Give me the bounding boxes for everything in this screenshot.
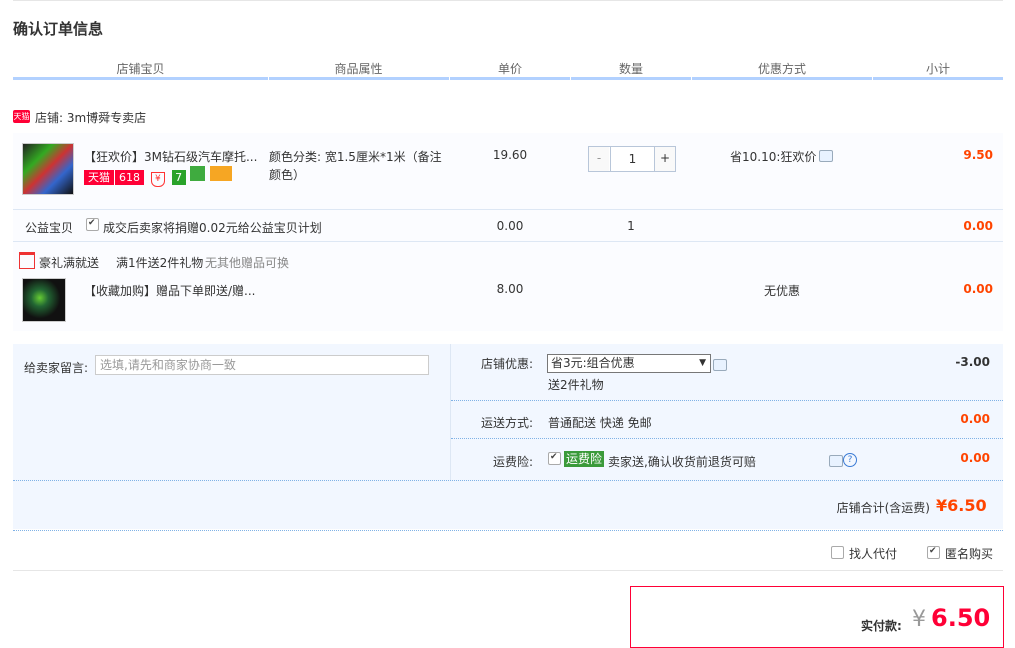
help-icon[interactable]: ?	[843, 453, 857, 467]
insurance-tag: 运费险	[564, 451, 605, 467]
item-discount: 省10.10:狂欢价	[730, 150, 817, 164]
seven-day-return-icon: 7	[171, 170, 186, 185]
gift-note: 无其他赠品可换	[205, 256, 290, 270]
gift-item-subtotal: 0.00	[963, 282, 993, 296]
proxy-pay-checkbox[interactable]	[831, 546, 844, 559]
gift-icon	[19, 252, 35, 269]
charity-checkbox[interactable]	[86, 218, 99, 231]
page-title: 确认订单信息	[13, 20, 104, 38]
shop-discount-selected: 省3元:组合优惠	[551, 356, 635, 370]
insurance-text: 卖家送,确认收货前退货可赔	[608, 455, 756, 469]
row-divider	[13, 209, 1003, 210]
shipping-value: 0.00	[960, 412, 990, 426]
chat-icon[interactable]	[829, 455, 843, 467]
payment-summary: 实付款: ¥ 6.50	[630, 586, 1004, 648]
tmall-icon: 天猫	[13, 110, 30, 123]
column-header-attr: 商品属性	[334, 62, 383, 76]
pay-label: 实付款:	[861, 619, 902, 633]
row-divider	[13, 530, 1003, 531]
shop-total-value: ¥6.50	[936, 496, 987, 515]
shop-discount-gift: 送2件礼物	[548, 378, 604, 392]
column-header-subtotal: 小计	[925, 62, 950, 76]
shipping-method: 普通配送 快递 免邮	[548, 416, 652, 430]
row-divider	[13, 241, 1003, 242]
gift-item-title-link[interactable]: 【收藏加购】赠品下单即送/赠...	[84, 282, 259, 299]
row-divider	[451, 438, 1003, 439]
column-header-discount: 优惠方式	[757, 62, 806, 76]
shipping-label: 运送方式:	[480, 416, 533, 430]
yen-shield-icon: ¥	[150, 172, 165, 187]
section-divider	[13, 570, 1003, 571]
insurance-value: 0.00	[960, 451, 990, 465]
column-header-qty: 数量	[618, 62, 643, 76]
insurance-checkbox[interactable]	[548, 452, 561, 465]
charity-qty: 1	[627, 219, 635, 233]
unit-price: 19.60	[492, 148, 528, 162]
proxy-pay-label: 找人代付	[849, 547, 898, 561]
chat-icon[interactable]	[819, 150, 833, 162]
shop-discount-value: -3.00	[955, 355, 990, 369]
header-bar	[571, 77, 691, 80]
row-divider	[13, 480, 1003, 481]
message-label: 给卖家留言:	[24, 361, 89, 375]
charity-subtotal: 0.00	[963, 219, 993, 233]
gift-thumbnail[interactable]	[22, 278, 66, 322]
message-input[interactable]: 选填,请先和商家协商一致	[95, 355, 429, 375]
pay-currency: ¥	[912, 607, 926, 632]
gift-item-price: 8.00	[496, 282, 524, 296]
shop-row: 天猫 店铺: 3m博舜专卖店	[13, 108, 1003, 130]
product-title-link[interactable]: 【狂欢价】3M钻石级汽车摩托...	[84, 148, 259, 165]
header-bar	[269, 77, 449, 80]
chat-icon[interactable]	[713, 359, 727, 371]
top-divider	[13, 0, 1003, 1]
column-header-item: 店铺宝贝	[116, 62, 165, 76]
header-bar	[450, 77, 570, 80]
dropdown-arrow-icon: ▼	[699, 358, 706, 368]
insurance-label: 运费险:	[492, 455, 533, 469]
pay-amount: 6.50	[931, 604, 991, 632]
increase-button[interactable]: +	[655, 147, 675, 171]
credit-card-icon	[210, 166, 233, 181]
charity-price: 0.00	[496, 219, 524, 233]
shop-name-link[interactable]: 店铺: 3m博舜专卖店	[35, 109, 146, 126]
product-attribute: 颜色分类: 宽1.5厘米*1米（备注颜色）	[269, 150, 442, 182]
gift-rule: 满1件送2件礼物	[116, 256, 204, 270]
shop-discount-label: 店铺优惠:	[480, 357, 533, 371]
header-bar	[873, 77, 1003, 80]
header-bar	[692, 77, 872, 80]
charity-label: 公益宝贝	[25, 221, 74, 235]
charity-text: 成交后卖家将捐赠0.02元给公益宝贝计划	[103, 221, 322, 235]
tmall-badge: 天猫	[84, 170, 114, 185]
quantity-input[interactable]: 1	[610, 147, 655, 171]
product-badges: 天猫 618 ¥ 7	[84, 166, 233, 187]
column-header-price: 单价	[497, 62, 522, 76]
invoice-icon	[190, 166, 206, 181]
item-subtotal: 9.50	[963, 148, 993, 162]
quantity-stepper: - 1 +	[588, 146, 676, 172]
anonymous-checkbox[interactable]	[927, 546, 940, 559]
gift-label: 豪礼满就送	[39, 256, 100, 270]
promo-618-badge: 618	[114, 170, 144, 185]
anonymous-label: 匿名购买	[945, 547, 994, 561]
row-divider	[451, 400, 1003, 401]
shop-total-label: 店铺合计(含运费)	[836, 501, 930, 515]
decrease-button[interactable]: -	[589, 147, 609, 171]
product-thumbnail[interactable]	[22, 143, 74, 195]
shop-discount-select[interactable]: 省3元:组合优惠 ▼	[547, 354, 711, 373]
gift-item-discount: 无优惠	[763, 284, 800, 298]
header-bar	[13, 77, 268, 80]
